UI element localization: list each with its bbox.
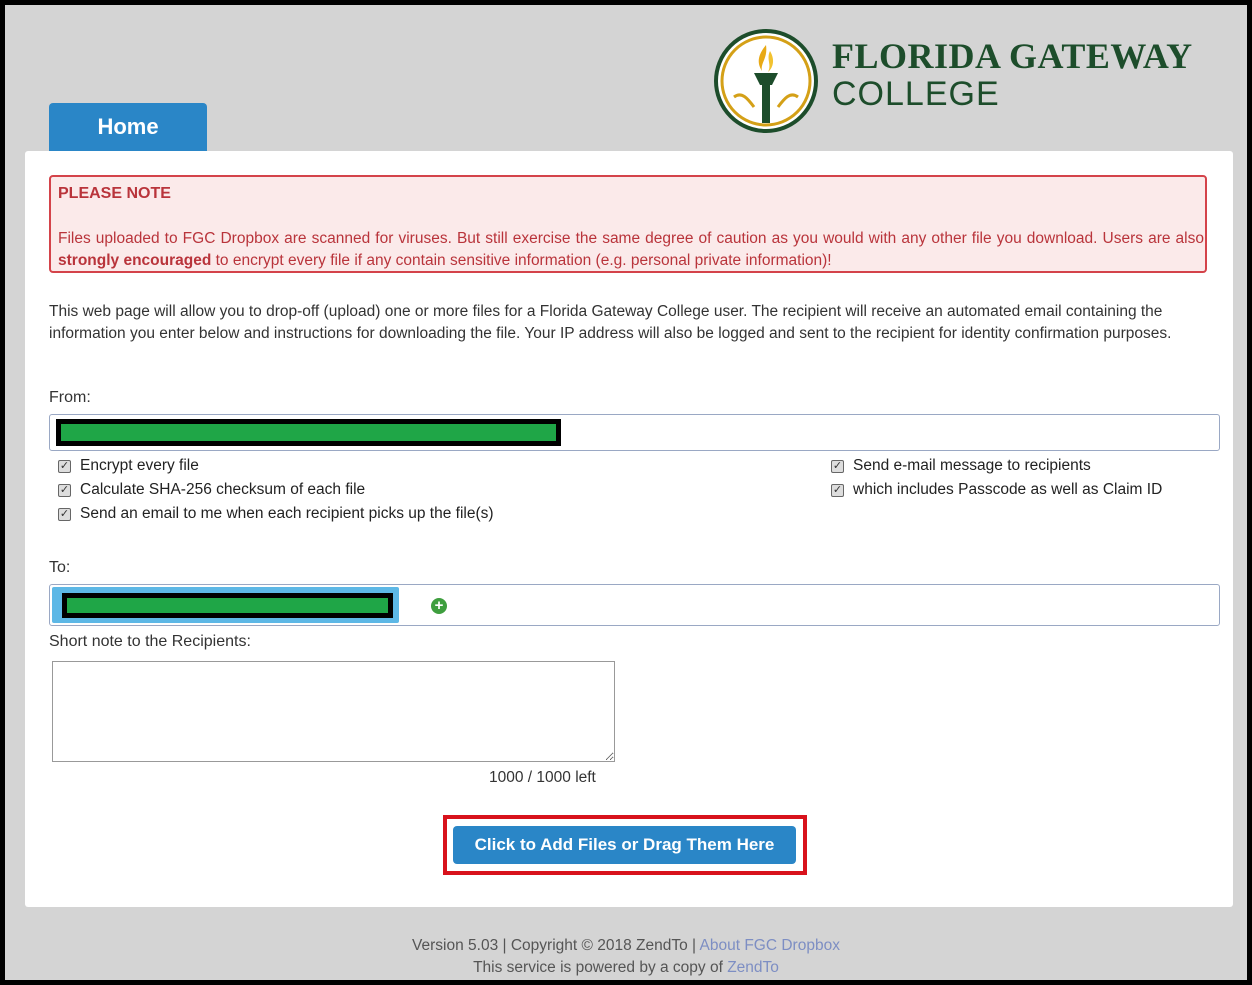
notice-text-part1: Files uploaded to FGC Dropbox are scanne… (58, 230, 1204, 247)
notice-text: Files uploaded to FGC Dropbox are scanne… (58, 228, 1204, 272)
option-checksum[interactable]: ✓ Calculate SHA-256 checksum of each file (58, 481, 365, 499)
footer: Version 5.03 | Copyright © 2018 ZendTo |… (5, 935, 1247, 979)
option-send-email[interactable]: ✓ Send e-mail message to recipients (831, 457, 1091, 475)
logo-text-line2: COLLEGE (832, 75, 1000, 113)
footer-line2: This service is powered by a copy of Zen… (5, 957, 1247, 979)
option-label: which includes Passcode as well as Claim… (853, 481, 1163, 498)
add-recipient-icon[interactable]: + (431, 598, 447, 614)
to-label: To: (49, 559, 71, 576)
notice-title: PLEASE NOTE (58, 185, 171, 202)
footer-powered: This service is powered by a copy of (473, 959, 728, 976)
page-frame: FLORIDA GATEWAY COLLEGE Home PLEASE NOTE… (5, 5, 1247, 980)
option-encrypt[interactable]: ✓ Encrypt every file (58, 457, 199, 475)
about-link[interactable]: About FGC Dropbox (700, 937, 840, 954)
logo-text-line1: FLORIDA GATEWAY (832, 36, 1193, 76)
redacted-recipient (62, 593, 393, 618)
option-label: Send an email to me when each recipient … (80, 505, 494, 522)
note-textarea[interactable] (52, 661, 615, 762)
redacted-from-value (56, 419, 561, 446)
checkbox-checked-icon[interactable]: ✓ (58, 483, 71, 497)
notice-text-strong: strongly encouraged (58, 252, 212, 269)
note-label: Short note to the Recipients: (49, 633, 251, 650)
option-label: Encrypt every file (80, 457, 199, 474)
add-files-button[interactable]: Click to Add Files or Drag Them Here (453, 826, 796, 864)
notice-box: PLEASE NOTE Files uploaded to FGC Dropbo… (49, 175, 1207, 273)
checkbox-checked-icon[interactable]: ✓ (58, 507, 71, 521)
option-pickup-email[interactable]: ✓ Send an email to me when each recipient… (58, 505, 494, 523)
option-label: Send e-mail message to recipients (853, 457, 1091, 474)
footer-line1: Version 5.03 | Copyright © 2018 ZendTo |… (5, 935, 1247, 957)
notice-text-part2: to encrypt every file if any contain sen… (211, 252, 832, 269)
college-logo: FLORIDA GATEWAY COLLEGE (712, 27, 1202, 137)
option-label: Calculate SHA-256 checksum of each file (80, 481, 366, 498)
tab-home[interactable]: Home (49, 103, 207, 151)
to-field[interactable]: + (49, 584, 1220, 626)
zendto-link[interactable]: ZendTo (727, 959, 779, 976)
char-counter: 1000 / 1000 left (489, 769, 596, 786)
option-include-passcode[interactable]: ✓ which includes Passcode as well as Clai… (831, 481, 1162, 499)
torch-seal-icon (714, 29, 818, 133)
from-field[interactable] (49, 414, 1220, 451)
checkbox-checked-icon[interactable]: ✓ (831, 459, 844, 473)
checkbox-checked-icon[interactable]: ✓ (58, 459, 71, 473)
recipient-chip[interactable] (52, 587, 399, 623)
checkbox-checked-icon[interactable]: ✓ (831, 483, 844, 497)
main-panel: PLEASE NOTE Files uploaded to FGC Dropbo… (25, 151, 1233, 907)
footer-version: Version 5.03 | Copyright © 2018 ZendTo | (412, 937, 700, 954)
intro-text: This web page will allow you to drop-off… (49, 303, 1172, 342)
from-label: From: (49, 389, 91, 406)
